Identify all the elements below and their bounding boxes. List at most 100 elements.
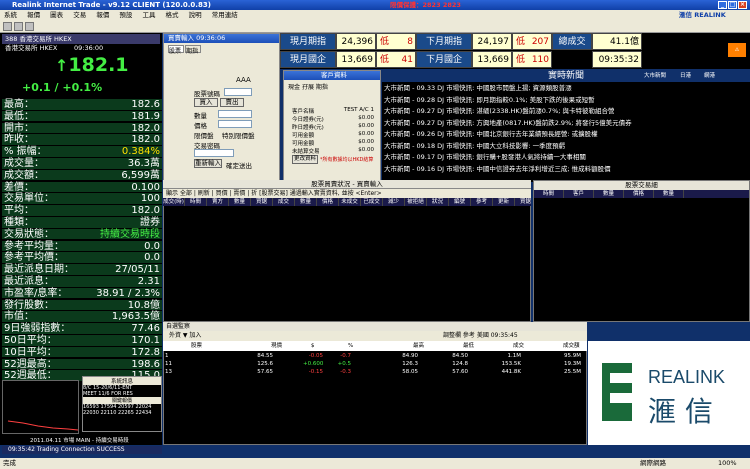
menu-chart[interactable]: 圖表: [50, 11, 63, 19]
filter-hk-news[interactable]: 日港: [680, 70, 691, 82]
column-header[interactable]: 時間: [185, 198, 207, 206]
menu-system[interactable]: 系統: [4, 11, 17, 19]
cell-pct: -0.3: [340, 369, 351, 375]
stock-code-input[interactable]: [224, 88, 252, 96]
column-header[interactable]: 買鋸: [251, 198, 273, 206]
order-status-toolbar[interactable]: 顯示 全部 | 刷新 | 買價 | 賣價 | 折 [股票交易] 通過輸入實賣資料…: [163, 189, 531, 198]
column-header[interactable]: 被拒絕: [405, 198, 427, 206]
menu-quote2[interactable]: 報價: [96, 11, 109, 19]
menu-tools[interactable]: 工具: [142, 11, 155, 19]
tab-stock[interactable]: 股票: [168, 45, 184, 55]
watchlist-options[interactable]: 調整欄 參考 美國 09:35:45: [443, 331, 518, 341]
stat-value: 10.8億: [127, 299, 160, 311]
status-left: 完成: [3, 459, 16, 467]
watchlist-row[interactable]: 13 57.65 -0.15 -0.3 58.05 57.60 441.8K 25.5M: [163, 368, 587, 376]
column-header[interactable]: 已成交: [361, 198, 383, 206]
news-item[interactable]: 大市新聞 - 09.18 DJ 市場快訊: 中國大立科技影響: 一季度預虧: [384, 141, 565, 152]
sell-button[interactable]: 賣出: [220, 98, 244, 107]
column-header[interactable]: 股票: [191, 341, 202, 351]
column-header[interactable]: 賣方: [207, 198, 229, 206]
column-header[interactable]: 最低: [463, 341, 474, 351]
column-header[interactable]: 成交額: [563, 341, 580, 351]
watchlist-selector[interactable]: 外資 ▼ 加入: [169, 332, 201, 339]
stat-label: 10日平均：: [4, 346, 57, 358]
filter-web-news[interactable]: 網港: [704, 70, 715, 82]
news-item[interactable]: 大市新聞 - 09.27 DJ 市場快訊: 方興地產(0817.HK)盤前跌2.…: [384, 118, 632, 129]
confirm-checkbox[interactable]: 確定送出: [226, 160, 252, 170]
menu-quote[interactable]: 報價: [27, 11, 40, 19]
column-header[interactable]: 成交: [273, 198, 295, 206]
quote-stat-row: 最近派息： 2.31: [2, 276, 162, 288]
update-account-button[interactable]: 更改資料: [292, 155, 318, 164]
column-header[interactable]: 成交: [513, 341, 524, 351]
menu-help[interactable]: 說明: [189, 11, 202, 19]
news-item[interactable]: 大市新聞 - 09.27 DJ 市場快訊: 湛緬(2338.HK)盤前漲0.7%…: [384, 106, 615, 117]
quote-stat-row: 10日平均： 172.8: [2, 346, 162, 359]
column-header[interactable]: 價格: [317, 198, 339, 206]
system-message-title: 系統訊息: [83, 377, 161, 385]
low-tag: 低: [516, 55, 526, 65]
alert-icon[interactable]: ⚠: [728, 43, 746, 57]
column-header[interactable]: 現價: [271, 341, 282, 351]
minimize-button[interactable]: _: [718, 1, 727, 9]
menu-trade[interactable]: 交易: [73, 11, 86, 19]
column-header[interactable]: 狀況: [427, 198, 449, 206]
column-header[interactable]: 數量: [594, 190, 624, 198]
column-header[interactable]: 編號: [449, 198, 471, 206]
column-header[interactable]: 減少: [383, 198, 405, 206]
menu-links[interactable]: 常用連結: [212, 11, 238, 19]
intraday-chart: [2, 380, 79, 434]
reset-button[interactable]: 重新輸入: [194, 159, 222, 168]
special-limit-option[interactable]: 特別限價盤: [222, 130, 255, 140]
password-input[interactable]: [194, 149, 234, 157]
logo-text: 滙 信: [648, 395, 713, 428]
maximize-button[interactable]: □: [728, 1, 737, 9]
stat-value: 181.9: [131, 110, 160, 122]
column-header[interactable]: 數量: [229, 198, 251, 206]
connection-status: 09:35:42 Trading Connection SUCCESS: [2, 446, 162, 454]
column-header[interactable]: $: [311, 341, 315, 351]
browser-status-bar: 完成 網際網路 100%: [0, 458, 750, 469]
news-item[interactable]: 大市新聞 - 09.33 DJ 市場快訊: 中國股市開盤上揚; 資源類股普漲: [384, 83, 572, 94]
column-header[interactable]: 最高: [413, 341, 424, 351]
tab-margin[interactable]: 孖展: [302, 84, 314, 91]
price-input[interactable]: [218, 120, 252, 128]
close-button[interactable]: ×: [738, 1, 747, 9]
quantity-input[interactable]: [218, 110, 252, 118]
tab-cash[interactable]: 現金: [288, 84, 300, 91]
menu-default[interactable]: 預設: [119, 11, 132, 19]
toolbar-icon[interactable]: [3, 22, 12, 31]
filter-market-news[interactable]: 大市新聞: [644, 70, 666, 82]
quote-stat-row: 發行股數： 10.8億: [2, 299, 162, 312]
tab-futures[interactable]: 期指: [316, 84, 328, 91]
toolbar-icon[interactable]: [14, 22, 23, 31]
buy-button[interactable]: 買入: [194, 98, 218, 107]
news-item[interactable]: 大市新聞 - 09.16 DJ 市場快訊: 中國中信證券去年淨利增近三成; 惟成…: [384, 164, 611, 175]
column-header[interactable]: 成交(時): [163, 198, 185, 206]
zoom-level[interactable]: 100%: [718, 458, 737, 469]
column-header[interactable]: 參考: [471, 198, 493, 206]
column-header[interactable]: 數量: [295, 198, 317, 206]
menu-format[interactable]: 格式: [166, 11, 179, 19]
news-item[interactable]: 大市新聞 - 09.28 DJ 市場快訊: 即月期指較0.1%; 美股下跌的後果…: [384, 95, 595, 106]
watchlist-row[interactable]: 1 84.55 -0.05 -0.7 84.90 84.50 1.1M 95.9M: [163, 352, 587, 360]
cell-hi: 58.05: [402, 369, 418, 375]
column-header[interactable]: 價格: [624, 190, 654, 198]
order-entry-title: 買賣輸入 09:36:06: [164, 34, 279, 43]
tab-futures[interactable]: 期指: [185, 45, 201, 55]
stat-value: 2.31: [137, 276, 160, 287]
news-item[interactable]: 大市新聞 - 09.26 DJ 市場快訊: 中國北京銀行去年業績預長經營: 或擴…: [384, 129, 598, 140]
column-header[interactable]: 未成交: [339, 198, 361, 206]
column-header[interactable]: 數量: [654, 190, 684, 198]
column-header[interactable]: 時間: [534, 190, 564, 198]
stat-value: 1,963.5億: [111, 311, 160, 323]
stat-label: 交易狀態：: [4, 228, 54, 240]
watchlist-row[interactable]: 11 125.6 +0.600 +0.5 126.3 124.8 153.5K 19.3M: [163, 360, 587, 368]
news-item[interactable]: 大市新聞 - 09.17 DJ 市場快訊: 銀行購+股發港人氣將持續一大事相關: [384, 152, 586, 163]
column-header[interactable]: %: [348, 341, 353, 351]
toolbar-icon[interactable]: [25, 22, 34, 31]
column-header[interactable]: 更新: [493, 198, 515, 206]
stat-value: 198.6: [131, 358, 160, 370]
index-label: 現月期指: [280, 33, 336, 50]
column-header[interactable]: 客戶: [564, 190, 594, 198]
